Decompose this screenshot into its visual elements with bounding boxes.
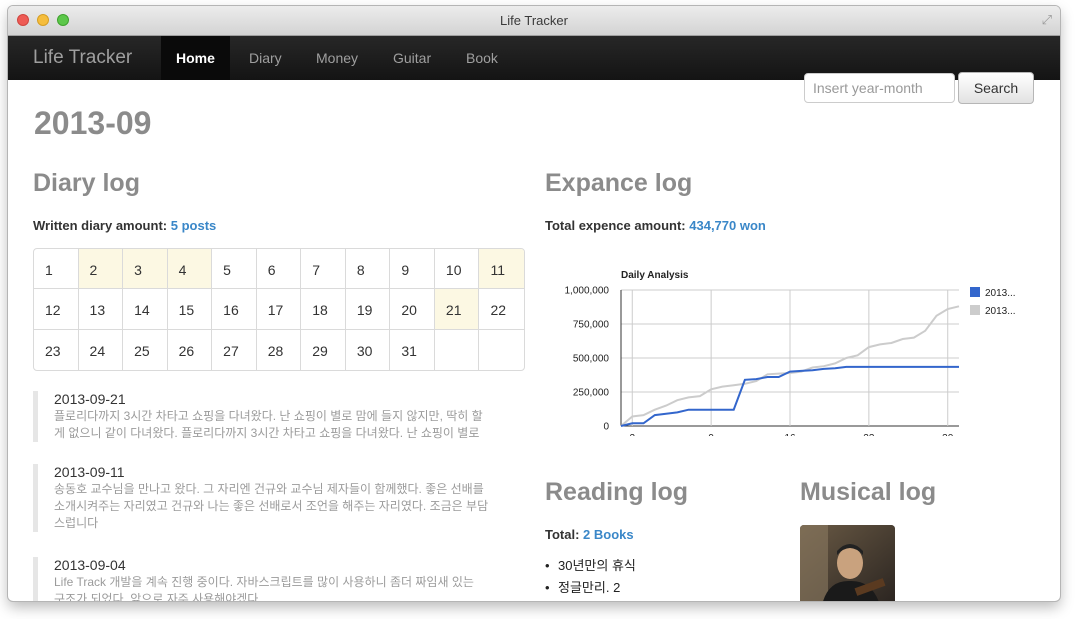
x-tick-label: 2 <box>629 433 635 436</box>
diary-calendar: 1 2 3 4 5 6 7 8 9 10 11 12 13 14 15 16 17 18 19 20 21 22 23 24 2… <box>33 248 525 371</box>
nav-book[interactable]: Book <box>466 36 498 80</box>
y-tick-label: 250,000 <box>573 388 610 399</box>
calendar-day[interactable]: 25 <box>123 329 168 370</box>
fullscreen-icon[interactable]: ⤢ <box>1042 12 1052 28</box>
guitar-photo-image <box>800 525 895 601</box>
expense-log-heading: Expance log <box>545 169 693 197</box>
calendar-empty-cell <box>479 330 524 370</box>
calendar-day[interactable]: 16 <box>212 289 257 330</box>
entry-date[interactable]: 2013-09-11 <box>54 464 554 481</box>
diary-amount: Written diary amount: 5 posts <box>33 218 216 233</box>
legend-swatch <box>970 305 980 315</box>
calendar-empty-cell <box>435 329 480 370</box>
diary-entry[interactable]: 2013-09-11 송동호 교수님을 만나고 왔다. 그 자리엔 건규와 교수… <box>33 464 554 532</box>
book-item: 30년만의 휴식 <box>545 555 636 577</box>
calendar-day[interactable]: 27 <box>212 329 257 370</box>
y-tick-label: 1,000,000 <box>565 286 610 297</box>
calendar-day[interactable]: 5 <box>212 249 257 290</box>
diary-entry[interactable]: 2013-09-04 Life Track 개발을 계속 진행 중이다. 자바스… <box>33 557 554 601</box>
entry-text-line: 구조가 되었다. 앞으로 자주 사용해야겠다. <box>54 592 262 601</box>
calendar-day[interactable]: 20 <box>390 289 435 330</box>
reading-total-value[interactable]: 2 Books <box>583 527 634 542</box>
calendar-day[interactable]: 31 <box>390 329 435 370</box>
calendar-day[interactable]: 8 <box>345 249 391 290</box>
calendar-day[interactable]: 13 <box>78 289 124 330</box>
reading-total-label: Total: <box>545 527 580 542</box>
x-tick-label: 30 <box>942 433 954 436</box>
book-item: 정글만리. 2 <box>545 577 636 599</box>
calendar-day[interactable]: 21 <box>434 289 480 330</box>
entry-text-line: 스럽니다 <box>54 516 99 530</box>
nav-diary[interactable]: Diary <box>249 36 282 80</box>
calendar-day[interactable]: 1 <box>34 249 79 290</box>
entry-text-line: 플로리다까지 3시간 차타고 쇼핑을 다녀왔다. 난 쇼핑이 별로 맘에 들지 … <box>54 409 483 423</box>
calendar-day[interactable]: 15 <box>167 289 213 330</box>
diary-log-heading: Diary log <box>33 169 140 197</box>
title-bar: Life Tracker ⤢ <box>8 6 1060 36</box>
book-list: 30년만의 휴식 정글만리. 2 <box>545 555 636 599</box>
x-tick-label: 23 <box>863 433 875 436</box>
diary-amount-value[interactable]: 5 posts <box>171 218 217 233</box>
nav-money[interactable]: Money <box>316 36 358 80</box>
x-tick-label: 16 <box>784 433 796 436</box>
calendar-day[interactable]: 4 <box>167 249 213 290</box>
calendar-day[interactable]: 22 <box>479 289 524 330</box>
search-button[interactable]: Search <box>958 72 1034 104</box>
calendar-day[interactable]: 18 <box>301 289 346 330</box>
legend-swatch <box>970 287 980 297</box>
entry-text-line: 송동호 교수님을 만나고 왔다. 그 자리엔 건규와 교수님 제자들이 함께했다… <box>54 482 484 496</box>
calendar-day[interactable]: 7 <box>301 249 346 290</box>
calendar-day[interactable]: 11 <box>479 249 524 290</box>
calendar-day[interactable]: 12 <box>34 289 79 330</box>
expense-amount: Total expence amount: 434,770 won <box>545 218 766 233</box>
calendar-day[interactable]: 26 <box>168 329 213 370</box>
calendar-day[interactable]: 30 <box>346 329 391 370</box>
diary-amount-label: Written diary amount: <box>33 218 168 233</box>
calendar-day[interactable]: 2 <box>78 249 124 290</box>
entry-date[interactable]: 2013-09-21 <box>54 391 554 408</box>
entry-date[interactable]: 2013-09-04 <box>54 557 554 574</box>
nav-guitar[interactable]: Guitar <box>393 36 431 80</box>
calendar-day[interactable]: 17 <box>256 289 302 330</box>
expense-amount-value[interactable]: 434,770 won <box>689 218 766 233</box>
calendar-day[interactable]: 19 <box>345 289 391 330</box>
brand-link[interactable]: Life Tracker <box>33 47 132 69</box>
calendar-day[interactable]: 23 <box>34 329 79 370</box>
nav-home[interactable]: Home <box>161 36 230 80</box>
x-tick-label: 9 <box>708 433 714 436</box>
calendar-day[interactable]: 10 <box>434 249 480 290</box>
window-title: Life Tracker <box>500 13 568 28</box>
calendar-day[interactable]: 28 <box>257 329 302 370</box>
calendar-day[interactable]: 3 <box>123 249 168 290</box>
navbar: Life Tracker Home Diary Money Guitar Boo… <box>8 36 1060 104</box>
calendar-day[interactable]: 29 <box>301 329 346 370</box>
guitar-photo[interactable] <box>800 525 895 601</box>
daily-analysis-chart: Daily Analysis 0 250,000 500,000 750,000 1,00… <box>565 270 1016 436</box>
search-input[interactable] <box>804 73 955 103</box>
calendar-day[interactable]: 24 <box>79 329 124 370</box>
app-window: Life Tracker ⤢ Life Tracker Home Diary M… <box>8 6 1060 601</box>
calendar-day[interactable]: 6 <box>256 249 302 290</box>
y-tick-label: 0 <box>603 422 609 433</box>
calendar-day[interactable]: 9 <box>390 249 435 290</box>
calendar-day[interactable]: 14 <box>123 289 168 330</box>
diary-entry[interactable]: 2013-09-21 플로리다까지 3시간 차타고 쇼핑을 다녀왔다. 난 쇼핑… <box>33 391 554 442</box>
reading-log-heading: Reading log <box>545 478 689 506</box>
legend-label: 2013... <box>985 288 1016 299</box>
entry-text-line: 게 없으니 같이 다녀왔다. 플로리다까지 3시간 차타고 쇼핑을 다녀왔다. … <box>54 426 480 440</box>
entry-text-line: Life Track 개발을 계속 진행 중이다. 자바스크립트를 많이 사용하… <box>54 575 474 589</box>
y-tick-label: 750,000 <box>573 320 610 331</box>
legend-label: 2013... <box>985 306 1016 317</box>
page-title: 2013-09 <box>34 105 152 141</box>
reading-total: Total: 2 Books <box>545 527 634 542</box>
musical-log-heading: Musical log <box>800 478 937 506</box>
chart-title: Daily Analysis <box>621 270 689 281</box>
y-tick-label: 500,000 <box>573 354 610 365</box>
entry-text-line: 소개시켜주는 자리였고 건규와 나는 좋은 선배로서 조언을 해주는 자리였다.… <box>54 499 489 513</box>
expense-amount-label: Total expence amount: <box>545 218 686 233</box>
